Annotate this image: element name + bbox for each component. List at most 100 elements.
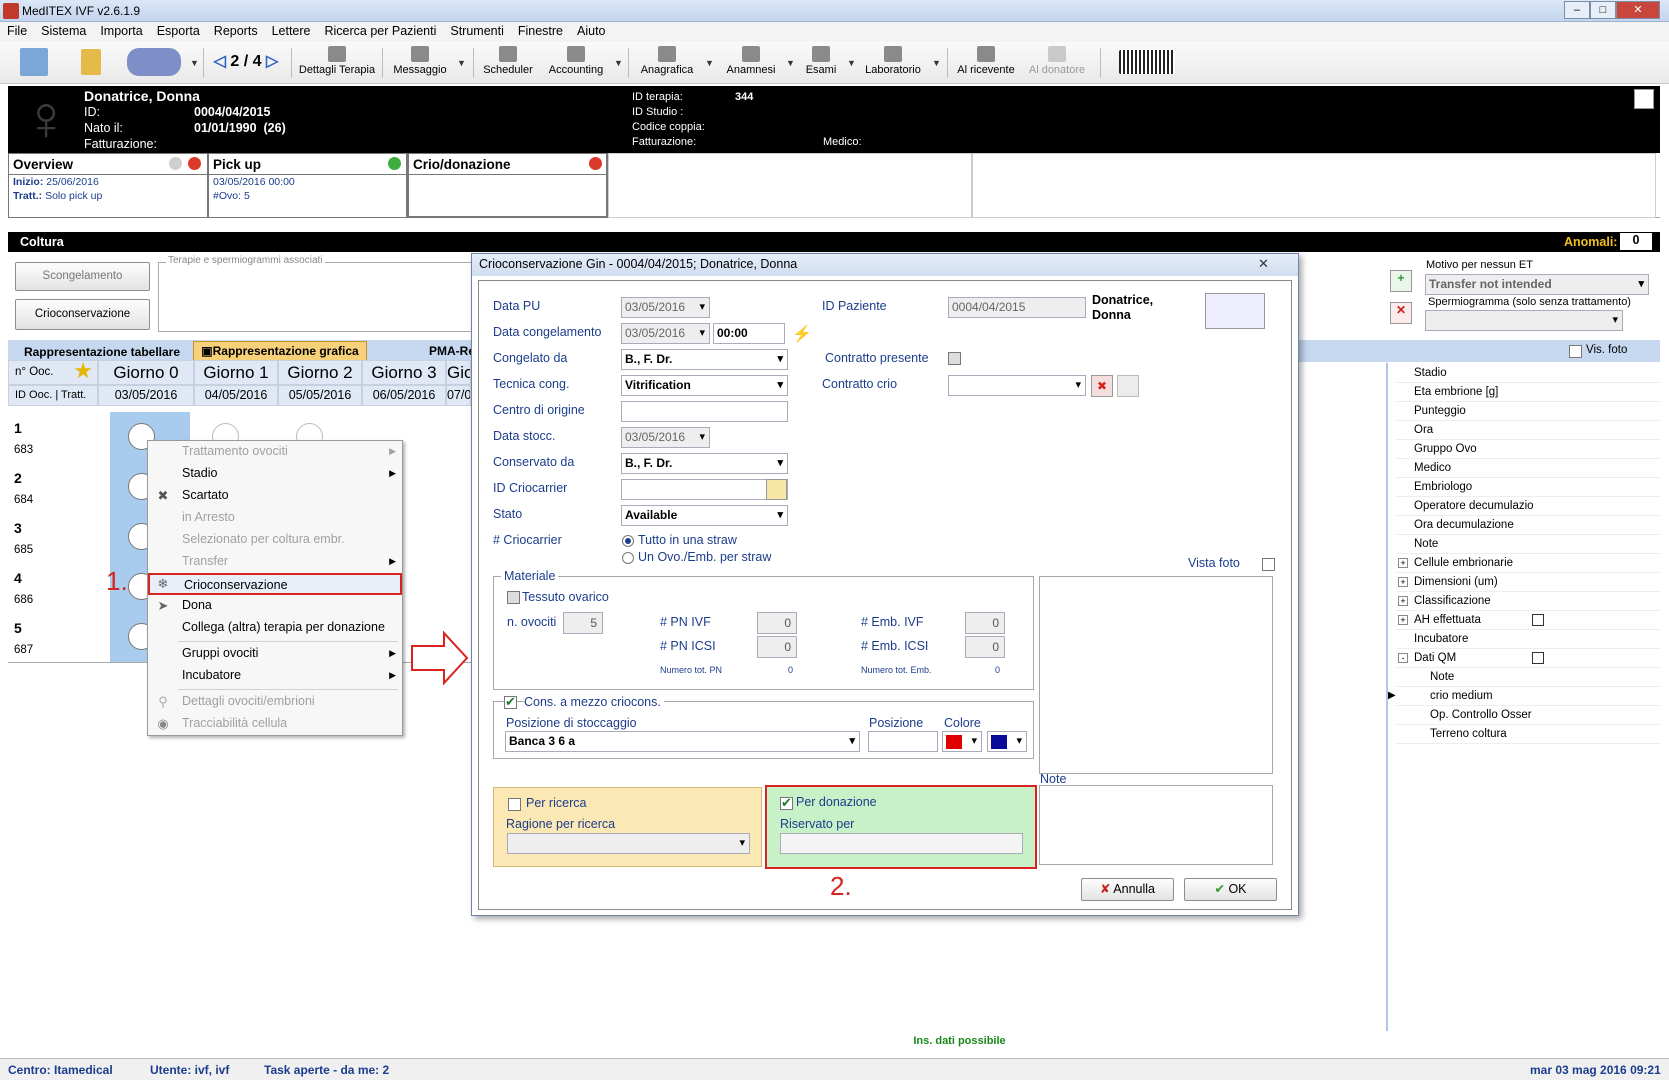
radio-tutto-in-una[interactable] xyxy=(622,535,634,547)
attribute-row[interactable]: Ora xyxy=(1396,421,1660,440)
delete-icon[interactable]: ✖ xyxy=(1091,375,1113,397)
attribute-row[interactable]: Terreno coltura xyxy=(1396,725,1660,744)
chevron-down-icon[interactable]: ▼ xyxy=(190,58,199,68)
color-picker-1[interactable] xyxy=(942,731,982,752)
menu-aiuto[interactable]: Aiuto xyxy=(570,22,613,38)
maximize-button[interactable]: □ xyxy=(1590,1,1616,19)
chevron-down-icon[interactable]: ▼ xyxy=(705,58,714,68)
expand-icon[interactable]: + xyxy=(1398,577,1408,587)
menu-dona[interactable]: ➤ Dona xyxy=(148,595,402,617)
attribute-checkbox[interactable] xyxy=(1532,614,1544,626)
tessuto-ovarico-checkbox[interactable] xyxy=(507,591,520,604)
menu-esporta[interactable]: Esporta xyxy=(150,22,207,38)
menu-importa[interactable]: Importa xyxy=(93,22,149,38)
pn-icsi-field[interactable]: 0 xyxy=(757,636,797,658)
centro-origine-field[interactable] xyxy=(621,401,788,422)
esami-button[interactable]: Esami xyxy=(800,44,842,82)
chevron-down-icon[interactable]: ▼ xyxy=(786,58,795,68)
al-donatore-button[interactable]: Al donatore xyxy=(1024,44,1090,82)
lock-button[interactable] xyxy=(76,44,106,82)
attribute-row[interactable]: Embriologo xyxy=(1396,478,1660,497)
attribute-row[interactable]: Medico xyxy=(1396,459,1660,478)
scongelamento-button[interactable]: Scongelamento xyxy=(15,262,150,291)
collapse-icon[interactable]: - xyxy=(1398,653,1408,663)
menu-transfer[interactable]: Transfer ▶ xyxy=(148,551,402,573)
data-stocc-field[interactable]: 03/05/2016 xyxy=(621,427,710,448)
messaggio-button[interactable]: Messaggio xyxy=(388,44,452,82)
conservato-da-select[interactable]: B., F. Dr. xyxy=(621,453,788,474)
tab-pma-re[interactable]: PMA-Re xyxy=(429,344,475,358)
vis-foto-checkbox[interactable] xyxy=(1569,345,1582,358)
spermiogramma-select[interactable] xyxy=(1425,310,1623,331)
tab-pick-up[interactable]: Pick up 03/05/2016 00:00 #Ovo: 5 xyxy=(208,153,407,218)
anamnesi-button[interactable]: Anamnesi xyxy=(720,44,782,82)
tab-crio-donazione[interactable]: Crio/donazione xyxy=(407,153,608,218)
menu-sistema[interactable]: Sistema xyxy=(34,22,93,38)
expand-icon[interactable]: + xyxy=(1398,615,1408,625)
home-button[interactable] xyxy=(16,44,52,82)
lightning-icon[interactable]: ⚡ xyxy=(792,324,812,344)
attribute-row[interactable]: + Cellule embrionarie xyxy=(1396,554,1660,573)
cons-mezzo-checkbox[interactable] xyxy=(504,694,517,710)
attribute-row[interactable]: crio medium xyxy=(1396,687,1660,706)
anagrafica-button[interactable]: Anagrafica xyxy=(634,44,700,82)
per-ricerca-checkbox[interactable] xyxy=(508,798,521,811)
menu-collega-terapia[interactable]: Collega (altra) terapia per donazione xyxy=(148,617,402,639)
scheduler-button[interactable]: Scheduler xyxy=(479,44,537,82)
attribute-row[interactable]: + AH effettuata xyxy=(1396,611,1660,630)
attribute-checkbox[interactable] xyxy=(1532,652,1544,664)
remove-icon[interactable]: ✕ xyxy=(1390,302,1412,324)
emb-icsi-field[interactable]: 0 xyxy=(965,636,1005,658)
motivo-select[interactable]: Transfer not intended xyxy=(1425,274,1649,295)
ragione-ricerca-select[interactable] xyxy=(507,833,750,854)
crioconservazione-button[interactable]: Crioconservazione xyxy=(15,299,150,330)
attribute-row[interactable]: Punteggio xyxy=(1396,402,1660,421)
congelato-da-select[interactable]: B., F. Dr. xyxy=(621,349,788,370)
riservato-per-field[interactable] xyxy=(780,833,1023,854)
splitter-arrow-icon[interactable]: ▶ xyxy=(1388,690,1396,701)
menu-trattamento-ovociti[interactable]: Trattamento ovociti ▶ xyxy=(148,441,402,463)
id-criocarrier-field[interactable] xyxy=(621,479,788,500)
chevron-down-icon[interactable]: ▼ xyxy=(457,58,466,68)
menu-ricerca[interactable]: Ricerca per Pazienti xyxy=(318,22,444,38)
menu-tracciabilita[interactable]: ◉ Tracciabilità cellula xyxy=(148,713,402,735)
emb-ivf-field[interactable]: 0 xyxy=(965,612,1005,634)
menu-scartato[interactable]: ✖ Scartato xyxy=(148,485,402,507)
expand-icon[interactable]: + xyxy=(1398,596,1408,606)
attribute-row[interactable]: Stadio xyxy=(1396,364,1660,383)
chevron-down-icon[interactable]: ▼ xyxy=(614,58,623,68)
close-window-button[interactable]: ✕ xyxy=(1616,1,1660,19)
attribute-row[interactable]: Operatore decumulazio xyxy=(1396,497,1660,516)
attribute-row[interactable]: + Dimensioni (um) xyxy=(1396,573,1660,592)
al-ricevente-button[interactable]: Al ricevente xyxy=(953,44,1019,82)
tab-overview[interactable]: Overview Inizio: 25/06/2016 Tratt.: Solo… xyxy=(8,153,208,218)
prev-page-icon[interactable]: ◁ xyxy=(214,53,226,70)
attribute-row[interactable]: - Dati QM xyxy=(1396,649,1660,668)
menu-strumenti[interactable]: Strumenti xyxy=(443,22,511,38)
menu-lettere[interactable]: Lettere xyxy=(265,22,318,38)
contratto-crio-select[interactable] xyxy=(948,375,1086,396)
ok-button[interactable]: ✔ OK xyxy=(1184,878,1277,901)
accounting-button[interactable]: Accounting xyxy=(543,44,609,82)
n-ovociti-field[interactable]: 5 xyxy=(563,612,603,634)
posizione-stoccaggio-select[interactable]: Banca 3 6 a xyxy=(505,731,860,752)
edit-icon[interactable] xyxy=(1117,375,1139,397)
contratto-presente-checkbox[interactable] xyxy=(948,352,961,365)
star-icon[interactable]: ★ xyxy=(73,359,93,382)
attribute-row[interactable]: Note xyxy=(1396,668,1660,687)
tab-rappresentazione-grafica[interactable]: ▣Rappresentazione grafica xyxy=(193,341,367,362)
menu-gruppi-ovociti[interactable]: Gruppi ovociti ▶ xyxy=(148,643,402,665)
menu-selezionato[interactable]: Selezionato per coltura embr. xyxy=(148,529,402,551)
patient-search-button[interactable] xyxy=(122,44,186,82)
attribute-row[interactable]: Eta embrione [g] xyxy=(1396,383,1660,402)
tecnica-select[interactable]: Vitrification xyxy=(621,375,788,396)
radio-un-ovo[interactable] xyxy=(622,552,634,564)
menu-incubatore[interactable]: Incubatore ▶ xyxy=(148,665,402,687)
dialog-close-icon[interactable]: ✕ xyxy=(1258,256,1269,272)
lookup-icon[interactable] xyxy=(766,479,787,500)
stato-select[interactable]: Available xyxy=(621,505,788,526)
attribute-row[interactable]: + Classificazione xyxy=(1396,592,1660,611)
menu-crioconservazione[interactable]: ❄ Crioconservazione xyxy=(148,573,402,595)
color-picker-2[interactable] xyxy=(987,731,1027,752)
pn-ivf-field[interactable]: 0 xyxy=(757,612,797,634)
